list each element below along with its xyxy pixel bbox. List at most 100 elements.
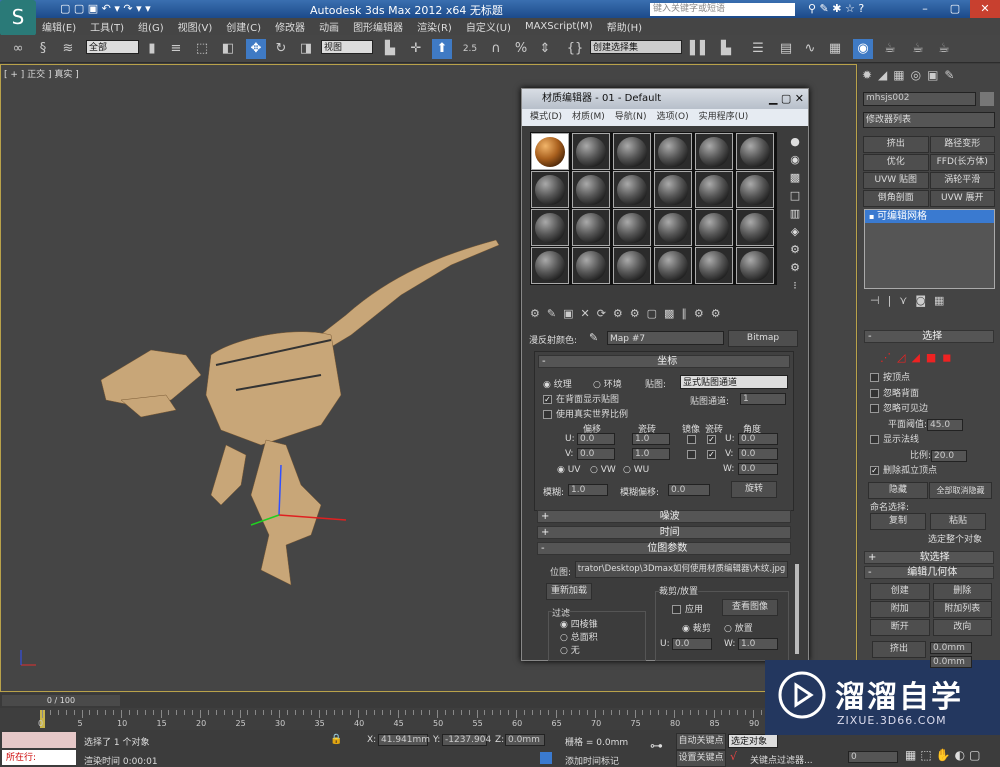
align-icon[interactable]: ▙ [716,39,736,59]
sample-slot[interactable] [531,133,569,170]
v-tile-checkbox[interactable]: ✓ [707,449,720,460]
current-frame-field[interactable]: 0 [848,751,898,763]
place-radio[interactable]: ○ 放置 [724,621,753,634]
pyramidal-radio[interactable]: ◉ 四棱锥 [560,619,598,632]
set-key-icon[interactable]: √ [730,750,737,763]
reference-coord-dropdown[interactable]: 视图 [321,40,373,54]
show-normals-checkbox[interactable]: 显示法线 [870,433,967,449]
select-object-icon[interactable]: ▮ [142,39,162,59]
unhide-all-button[interactable]: 全部取消隐藏 [929,482,992,499]
select-by-name-icon[interactable]: ≡ [166,39,186,59]
close-button[interactable]: ✕ [970,0,1000,18]
map-name-field[interactable]: Map #7 [607,331,724,345]
v-angle-spinner[interactable]: 0.0 [738,448,778,460]
maximize-button[interactable]: ▢ [940,0,970,18]
link-icon[interactable]: ∞ [8,39,28,59]
vw-radio[interactable]: ○ VW [590,465,616,475]
mod-extrude-button[interactable]: 挤出 [863,136,929,153]
sample-slot[interactable] [572,247,610,284]
no-filter-radio[interactable]: ○ 无 [560,645,598,658]
menu-create[interactable]: 创建(C) [226,19,261,34]
selection-filter-dropdown[interactable]: 全部 [86,40,139,54]
mod-path-deform-button[interactable]: 路径变形 [929,136,995,153]
bitmap-path-button[interactable]: trator\Desktop\3Dmax如何使用材质编辑器\木纹.jpg [575,561,788,578]
move-icon[interactable]: ✥ [246,39,266,59]
u-mirror-checkbox[interactable] [687,434,700,445]
app-logo-icon[interactable]: S [0,0,36,36]
side-toolbar-icons[interactable]: ● ◉ ▩ □ ▥ ◈ ⚙ ⚙ ⁝ [788,133,802,295]
mapping-dropdown[interactable]: 显式贴图通道 [680,375,788,389]
menu-modifiers[interactable]: 修改器 [275,19,305,34]
sample-slot[interactable] [695,171,733,208]
menu-edit[interactable]: 编辑(E) [42,19,76,34]
paste-button[interactable]: 粘贴 [930,513,986,530]
sample-slot[interactable] [531,171,569,208]
modifier-list-dropdown[interactable]: 修改器列表 [863,112,995,128]
menu-utilities[interactable]: 实用程序(U) [699,109,749,126]
render-icon[interactable]: ☕ [934,39,954,59]
blur-spinner[interactable]: 1.0 [568,484,608,496]
map-type-button[interactable]: Bitmap [728,330,798,347]
apply-checkbox[interactable]: 应用 [672,602,703,615]
stack-tools-icons[interactable]: ⊣|⋎◙▦ [870,294,952,307]
normal-scale-spinner[interactable]: 20.0 [931,449,968,462]
set-key-button[interactable]: 设置关键点 [676,750,726,767]
wu-radio[interactable]: ○ WU [623,465,649,475]
menu-navigation[interactable]: 导航(N) [615,109,647,126]
mod-turbosmooth-button[interactable]: 涡轮平滑 [929,172,995,189]
v-offset-spinner[interactable]: 0.0 [577,448,615,460]
curve-editor-icon[interactable]: ∿ [800,39,820,59]
percent-snap-icon[interactable]: % [511,39,531,59]
rotate-icon[interactable]: ↻ [271,39,291,59]
delete-isolated-checkbox[interactable]: ✓ 删除孤立顶点 [870,464,967,480]
sample-slot[interactable] [736,209,774,246]
window-crossing-icon[interactable]: ◧ [218,39,238,59]
map-channel-spinner[interactable]: 1 [740,393,786,405]
blur-offset-spinner[interactable]: 0.0 [668,484,710,496]
bottom-toolbar-icons[interactable]: ⚙✎▣✕⟳⚙⚙▢▩∥⚙⚙ [530,307,728,320]
sample-slot[interactable] [572,171,610,208]
v-tiling-spinner[interactable]: 1.0 [632,448,670,460]
create-button[interactable]: 创建 [870,583,930,600]
key-filters-button[interactable]: 关键点过滤器... [750,753,813,766]
subobject-level-icons[interactable]: ⋰◿◢■◼ [880,351,957,364]
material-editor-icon[interactable]: ◉ [853,39,873,59]
uv-radio[interactable]: ◉ UV [557,465,580,475]
bind-space-warp-icon[interactable]: ≋ [58,39,78,59]
named-selection-dropdown[interactable]: 创建选择集 [590,40,682,54]
bevel-amount-spinner[interactable]: 0.0mm [930,656,972,668]
show-map-on-back-checkbox[interactable]: ✓ 在背面显示贴图 [543,392,619,405]
menu-views[interactable]: 视图(V) [178,19,213,34]
lock-icon[interactable]: 🔒 [330,734,342,745]
mirror-icon[interactable]: ▌▌ [690,39,710,59]
menu-tools[interactable]: 工具(T) [90,19,124,34]
window-controls[interactable]: ▁ ▢ ✕ [769,89,804,109]
sample-slot[interactable] [695,209,733,246]
menu-help[interactable]: 帮助(H) [607,19,642,34]
u-tile-checkbox[interactable]: ✓ [707,434,720,445]
w-angle-spinner[interactable]: 0.0 [738,463,778,475]
keyboard-shortcut-icon[interactable]: ⬆ [432,39,452,59]
sample-slot[interactable] [736,133,774,170]
viewport-nav-icons[interactable]: ▦⬚✋◐▢ [905,748,984,762]
edit-geometry-rollout[interactable]: - 编辑几何体 [864,566,994,579]
sample-slot[interactable] [613,247,651,284]
object-name-field[interactable]: mhsjs002 [863,92,976,106]
sample-slot[interactable] [736,171,774,208]
u-angle-spinner[interactable]: 0.0 [738,433,778,445]
sample-slot[interactable] [654,133,692,170]
u-offset-spinner[interactable]: 0.0 [577,433,615,445]
summed-area-radio[interactable]: ○ 总面积 [560,632,598,645]
mod-unwrap-uvw-button[interactable]: UVW 展开 [929,190,995,207]
mod-optimize-button[interactable]: 优化 [863,154,929,171]
bitmap-params-rollout[interactable]: - 位图参数 [537,542,791,555]
planar-threshold-spinner[interactable]: 45.0 [927,418,964,431]
angle-snap-icon[interactable]: ∩ [486,39,506,59]
sample-slot[interactable] [695,247,733,284]
menu-customize[interactable]: 自定义(U) [466,19,511,34]
sample-slot[interactable] [736,247,774,284]
ignore-visible-edges-checkbox[interactable]: 忽略可见边 [870,402,967,418]
snap-toggle-icon[interactable]: 2.5 [460,39,480,59]
object-color-swatch[interactable] [980,92,994,106]
ignore-backfacing-checkbox[interactable]: 忽略背面 [870,387,967,403]
